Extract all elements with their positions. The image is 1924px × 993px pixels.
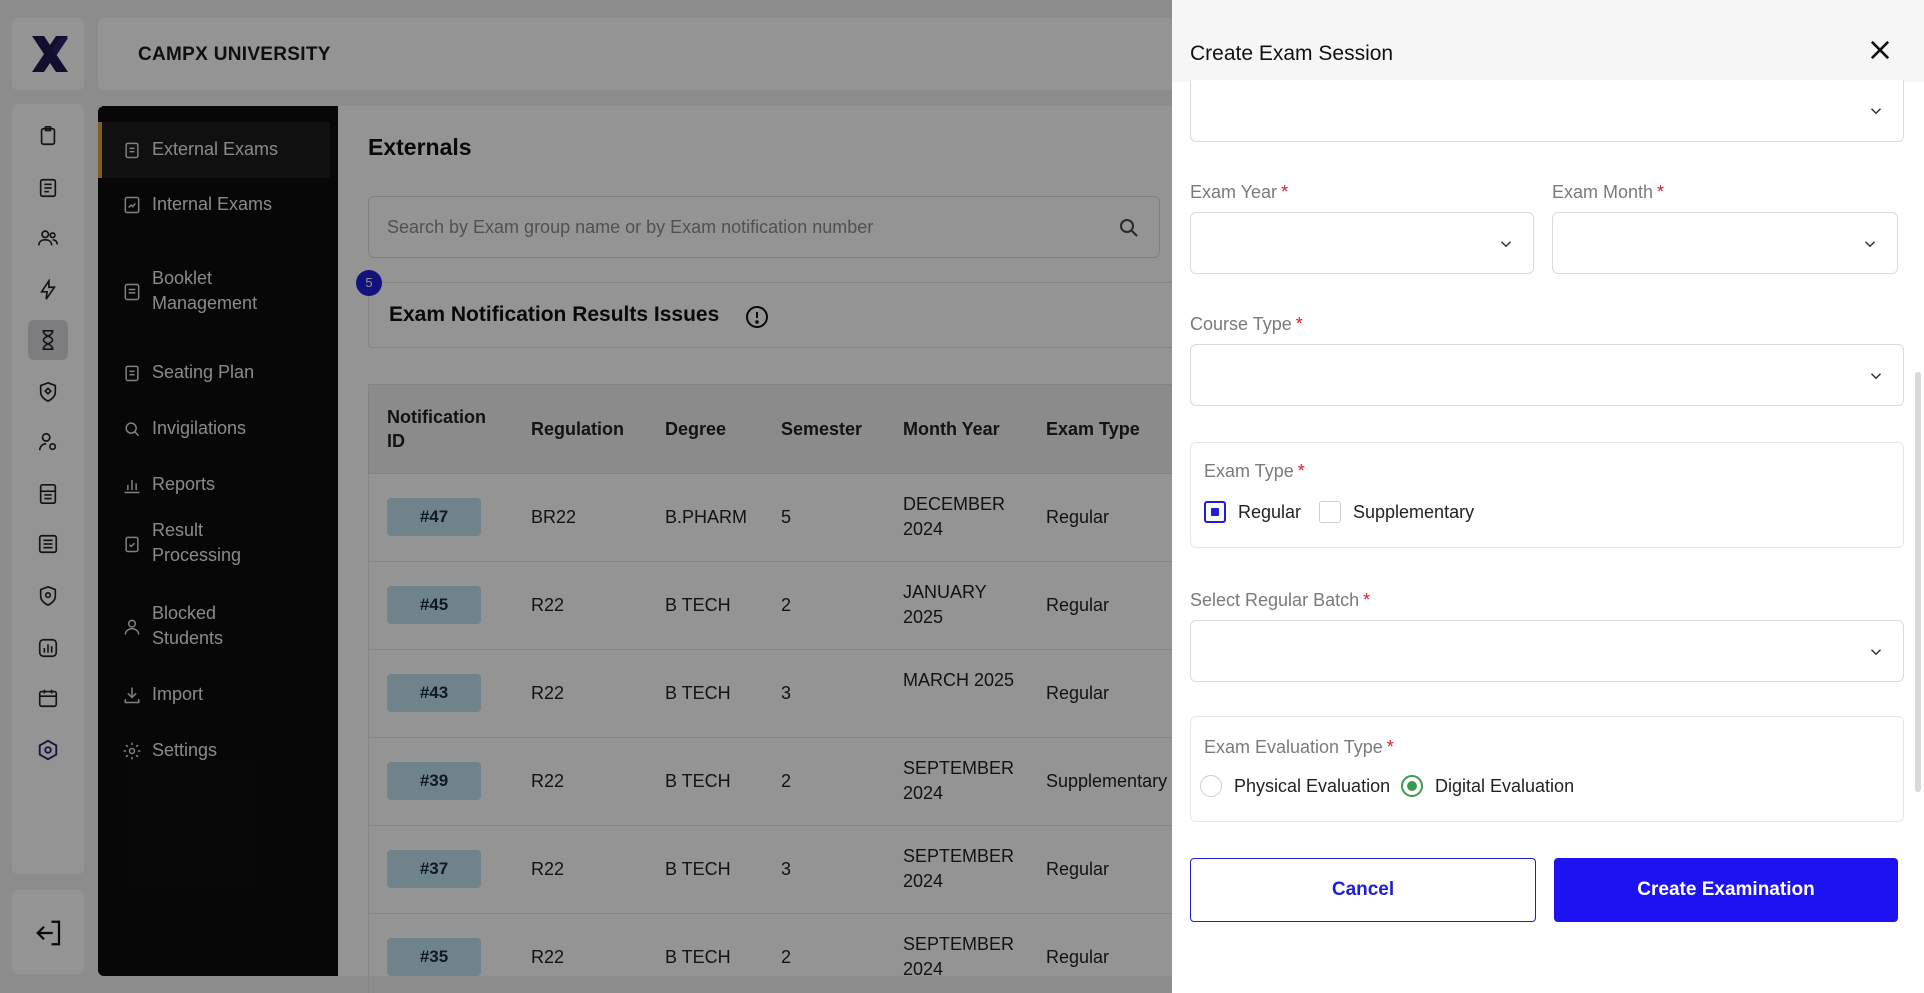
- modal-backdrop[interactable]: [0, 0, 1172, 993]
- regular-batch-label: Select Regular Batch *: [1190, 590, 1371, 610]
- checkbox-checked[interactable]: [1204, 501, 1226, 523]
- exam-type-label: Exam Type *: [1204, 461, 1305, 481]
- exam-type-supplementary-checkbox[interactable]: Supplementary: [1319, 501, 1474, 523]
- course-type-select[interactable]: [1190, 344, 1904, 406]
- regular-batch-select[interactable]: [1190, 620, 1904, 682]
- exam-month-label: Exam Month *: [1552, 182, 1665, 202]
- exam-year-label: Exam Year *: [1190, 182, 1289, 202]
- chevron-down-icon: [1870, 108, 1882, 115]
- chevron-down-icon: [1870, 649, 1882, 656]
- close-icon[interactable]: [1866, 36, 1894, 64]
- exam-month-select[interactable]: [1552, 212, 1898, 274]
- evaluation-type-label: Exam Evaluation Type *: [1204, 737, 1394, 757]
- exam-type-regular-checkbox[interactable]: Regular: [1204, 501, 1301, 523]
- chevron-down-icon: [1500, 241, 1512, 248]
- chevron-down-icon: [1864, 241, 1876, 248]
- physical-evaluation-radio[interactable]: Physical Evaluation: [1200, 775, 1390, 797]
- create-exam-session-drawer: Create Exam Session Exam Year * Exam Mont…: [1172, 0, 1924, 993]
- exam-year-select[interactable]: [1190, 212, 1534, 274]
- radio-unselected[interactable]: [1200, 775, 1222, 797]
- cancel-button[interactable]: Cancel: [1190, 858, 1536, 922]
- chevron-down-icon: [1870, 373, 1882, 380]
- evaluation-type-group: Exam Evaluation Type * Physical Evaluatio…: [1190, 716, 1904, 822]
- drawer-scrollbar[interactable]: [1915, 372, 1921, 792]
- drawer-title: Create Exam Session: [1190, 42, 1394, 65]
- drawer-header: Create Exam Session: [1172, 0, 1924, 82]
- radio-selected[interactable]: [1401, 775, 1423, 797]
- course-type-label: Course Type *: [1190, 314, 1303, 334]
- create-examination-button[interactable]: Create Examination: [1554, 858, 1898, 922]
- exam-type-group: Exam Type * Regular Supplementary: [1190, 442, 1904, 548]
- digital-evaluation-radio[interactable]: Digital Evaluation: [1401, 775, 1574, 797]
- checkbox-unchecked[interactable]: [1319, 501, 1341, 523]
- top-select[interactable]: [1190, 80, 1904, 142]
